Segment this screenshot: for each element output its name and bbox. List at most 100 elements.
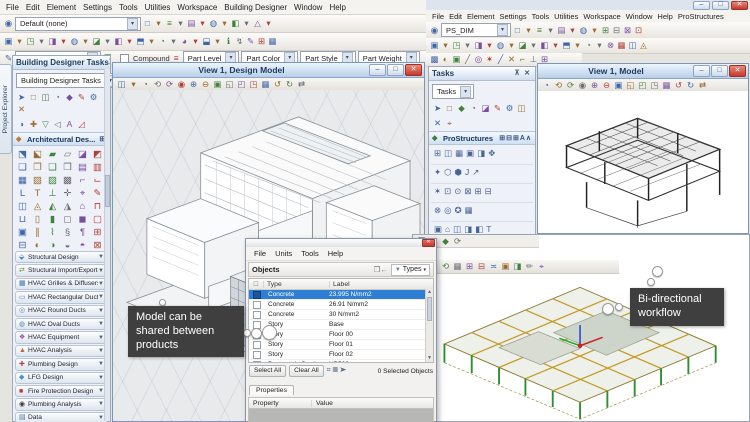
tool-icon[interactable]: ▰	[45, 148, 60, 161]
cluster-icons[interactable]: ✦⬡⬢J↗	[434, 167, 482, 178]
tool-icon[interactable]: ⊠	[622, 25, 633, 36]
menu-item[interactable]: File	[254, 249, 266, 258]
tool-icon[interactable]: ▦	[15, 174, 30, 187]
maximize-button[interactable]: □	[712, 0, 729, 10]
tool-icon[interactable]: ⇄	[697, 80, 708, 91]
tool-icon[interactable]: ▾	[263, 18, 274, 29]
tool-icon[interactable]: ⊟	[611, 25, 622, 36]
maximize-button[interactable]: □	[387, 64, 404, 76]
tool-icon[interactable]: L	[15, 187, 30, 200]
tool-icon[interactable]: ✎	[76, 92, 87, 103]
tool-icon[interactable]: ⬕	[30, 148, 45, 161]
row-checkbox[interactable]	[253, 340, 261, 349]
tool-icon[interactable]: ▾	[128, 79, 139, 90]
row-checkbox[interactable]	[253, 300, 261, 309]
tool-icon[interactable]: ⇄	[296, 79, 307, 90]
tool-icon[interactable]: ▾	[594, 40, 605, 51]
select-all-checkbox-header[interactable]: ☐	[249, 280, 264, 288]
minimize-button[interactable]: –	[693, 65, 710, 77]
tool-icon[interactable]: □	[28, 92, 39, 103]
tool-icon[interactable]: ◳	[25, 36, 36, 47]
tool-icon[interactable]: ◳	[248, 79, 259, 90]
tool-icon[interactable]: ⌖	[444, 118, 455, 129]
menu-item[interactable]: Edit	[26, 3, 40, 12]
view-titlebar[interactable]: View 1, Design Model – □ ✕	[113, 63, 424, 78]
task-group[interactable]: ◍ HVAC Oval Ducts ▼	[15, 317, 108, 331]
tool-icon[interactable]: §	[60, 226, 75, 239]
tool-icon[interactable]: ▾	[36, 36, 47, 47]
tool-icon[interactable]: ▾	[484, 40, 495, 51]
task-group[interactable]: ⬙ Structural Design ▼	[15, 251, 108, 264]
table-row[interactable]: Concrete 23.995 N/mm2	[249, 290, 426, 300]
tool-icon[interactable]: ▣	[3, 36, 14, 47]
tool-icon[interactable]: ▾	[175, 18, 186, 29]
close-button[interactable]: ✕	[731, 0, 748, 10]
tool-icon[interactable]: △	[252, 18, 263, 29]
layout-icons[interactable]: ⊞⊟⊞A∧	[499, 134, 532, 142]
tool-icon[interactable]: ▢	[90, 213, 105, 226]
row-checkbox[interactable]	[253, 310, 261, 319]
table-row[interactable]: Story Floor 01	[249, 340, 426, 350]
tool-icon[interactable]: ▨	[45, 174, 60, 187]
tool-icon[interactable]: ▾	[528, 40, 539, 51]
prostructures-section-header[interactable]: ◆ ProStructures ⊞⊟⊞A∧	[429, 131, 535, 145]
tool-icon[interactable]: ▾	[190, 36, 201, 47]
row-checkbox[interactable]	[253, 360, 261, 362]
menu-item[interactable]: Tools	[532, 12, 550, 21]
task-group[interactable]: ⇄ Structural Import/Export ▼	[15, 264, 108, 277]
tool-icon[interactable]: ≡	[534, 25, 545, 36]
menu-item[interactable]: Window	[294, 3, 322, 12]
tool-icon[interactable]: ⊕	[188, 79, 199, 90]
tool-icon[interactable]: ⟳	[565, 80, 576, 91]
tool-icon[interactable]: ▾	[440, 40, 451, 51]
tool-icon[interactable]: ↺	[673, 80, 684, 91]
tool-icon[interactable]: ▩	[60, 174, 75, 187]
tool-icon[interactable]: ⊔	[15, 213, 30, 226]
tool-icon[interactable]: ⌐	[75, 174, 90, 187]
tool-icon[interactable]: ⌂	[75, 200, 90, 213]
tool-icon[interactable]: ▾	[102, 36, 113, 47]
tool-icon[interactable]: ▩	[429, 54, 440, 65]
table-row[interactable]: Parametric Section UB500	[249, 360, 426, 362]
menu-item[interactable]: Edit	[449, 12, 462, 21]
tool-icon[interactable]: ▾	[153, 18, 164, 29]
tool-icon[interactable]: ◍	[69, 36, 80, 47]
pin-icon[interactable]: ⊼	[512, 69, 522, 79]
tool-icon[interactable]: ⊡	[633, 25, 644, 36]
types-filter[interactable]: ▼ Types ▾	[390, 263, 430, 276]
tool-icon[interactable]: ▽	[40, 119, 51, 130]
tool-icon[interactable]: ⊞	[600, 25, 611, 36]
table-row[interactable]: Concrete 26.91 N/mm2	[249, 300, 426, 310]
tool-icon[interactable]: ▤	[75, 161, 90, 174]
tool-icon[interactable]: ➤	[432, 103, 443, 114]
tool-icon[interactable]: ◔	[541, 80, 552, 91]
tool-icon[interactable]: ◔	[52, 92, 63, 103]
tool-icon[interactable]: ◉	[176, 79, 187, 90]
table-scrollbar[interactable]: ▲ ▼	[425, 289, 433, 362]
tasks-scrollbar[interactable]	[104, 69, 110, 421]
tool-icon[interactable]: ▥	[90, 161, 105, 174]
tool-icon[interactable]: ▧	[30, 174, 45, 187]
menu-item[interactable]: File	[432, 12, 444, 21]
tool-icon[interactable]: ◑	[16, 119, 27, 130]
tool-icon[interactable]: ✛	[60, 187, 75, 200]
tool-icon[interactable]: ▾	[462, 40, 473, 51]
tool-icon[interactable]: ⟳	[164, 79, 175, 90]
row-checkbox[interactable]	[253, 290, 261, 299]
project-explorer-tab[interactable]: Project Explorer	[0, 64, 12, 154]
action-icons[interactable]: ⌗▦➤	[327, 367, 349, 375]
menu-item[interactable]: Tools	[301, 249, 319, 258]
tool-icon[interactable]: ✕	[16, 104, 27, 115]
tool-icon[interactable]: ✎	[492, 103, 503, 114]
tool-icon[interactable]: ⌇	[45, 226, 60, 239]
menu-item[interactable]: Workspace	[177, 3, 217, 12]
tool-icon[interactable]: ▱	[60, 148, 75, 161]
cluster-icons[interactable]: ✶⊡⊙⊠⊞⊟	[434, 186, 495, 197]
tool-icon[interactable]: ◆	[64, 92, 75, 103]
tool-icon[interactable]: ╱	[495, 54, 506, 65]
select-all-button[interactable]: Select All	[249, 365, 287, 377]
eye-icon[interactable]: ◉	[3, 18, 14, 29]
tool-icon[interactable]: ≡	[164, 18, 175, 29]
menu-item[interactable]: Units	[275, 249, 292, 258]
tool-icon[interactable]: ◧	[230, 18, 241, 29]
